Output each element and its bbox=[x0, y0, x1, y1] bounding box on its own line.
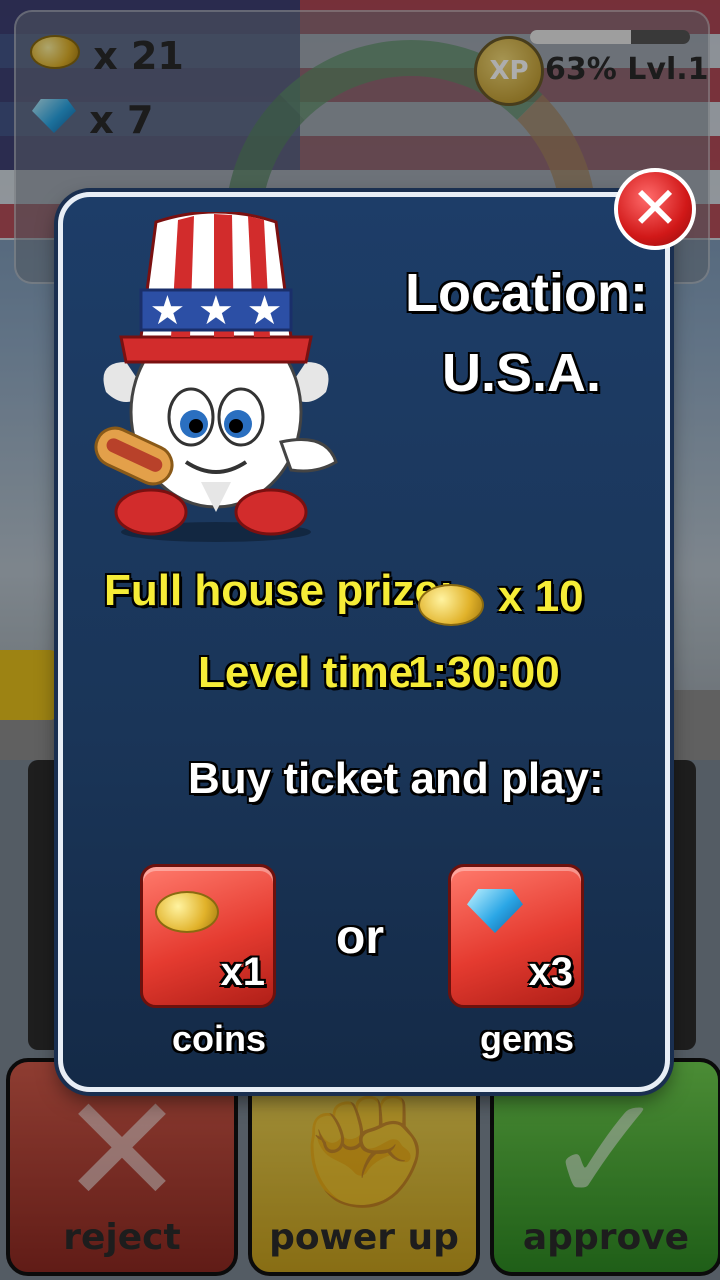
gems-cost: x3 bbox=[528, 950, 574, 994]
close-button[interactable]: ✕ bbox=[614, 168, 696, 250]
close-icon: ✕ bbox=[630, 174, 680, 242]
uncle-sam-mascot-icon: ★ ★ ★ bbox=[94, 212, 338, 542]
level-time-value: 1:30:00 bbox=[408, 648, 560, 697]
gem-icon bbox=[467, 889, 523, 933]
level-time-label: Level time: bbox=[198, 648, 428, 697]
location-label: Location: bbox=[405, 263, 648, 323]
or-label: or bbox=[336, 911, 384, 964]
full-house-prize-value: x 10 bbox=[498, 572, 584, 621]
coin-icon bbox=[418, 584, 484, 626]
buy-with-gems-button[interactable]: x3 bbox=[448, 864, 584, 1008]
coins-cost: x1 bbox=[220, 950, 266, 994]
location-value: U.S.A. bbox=[442, 343, 602, 403]
coin-icon bbox=[155, 891, 219, 933]
coins-caption: coins bbox=[172, 1018, 267, 1059]
buy-ticket-title: Buy ticket and play: bbox=[188, 754, 604, 803]
svg-text:★ ★ ★: ★ ★ ★ bbox=[149, 288, 282, 334]
buy-with-coins-button[interactable]: x1 bbox=[140, 864, 276, 1008]
gems-caption: gems bbox=[480, 1018, 575, 1059]
full-house-label: Full house prize: bbox=[104, 566, 454, 615]
